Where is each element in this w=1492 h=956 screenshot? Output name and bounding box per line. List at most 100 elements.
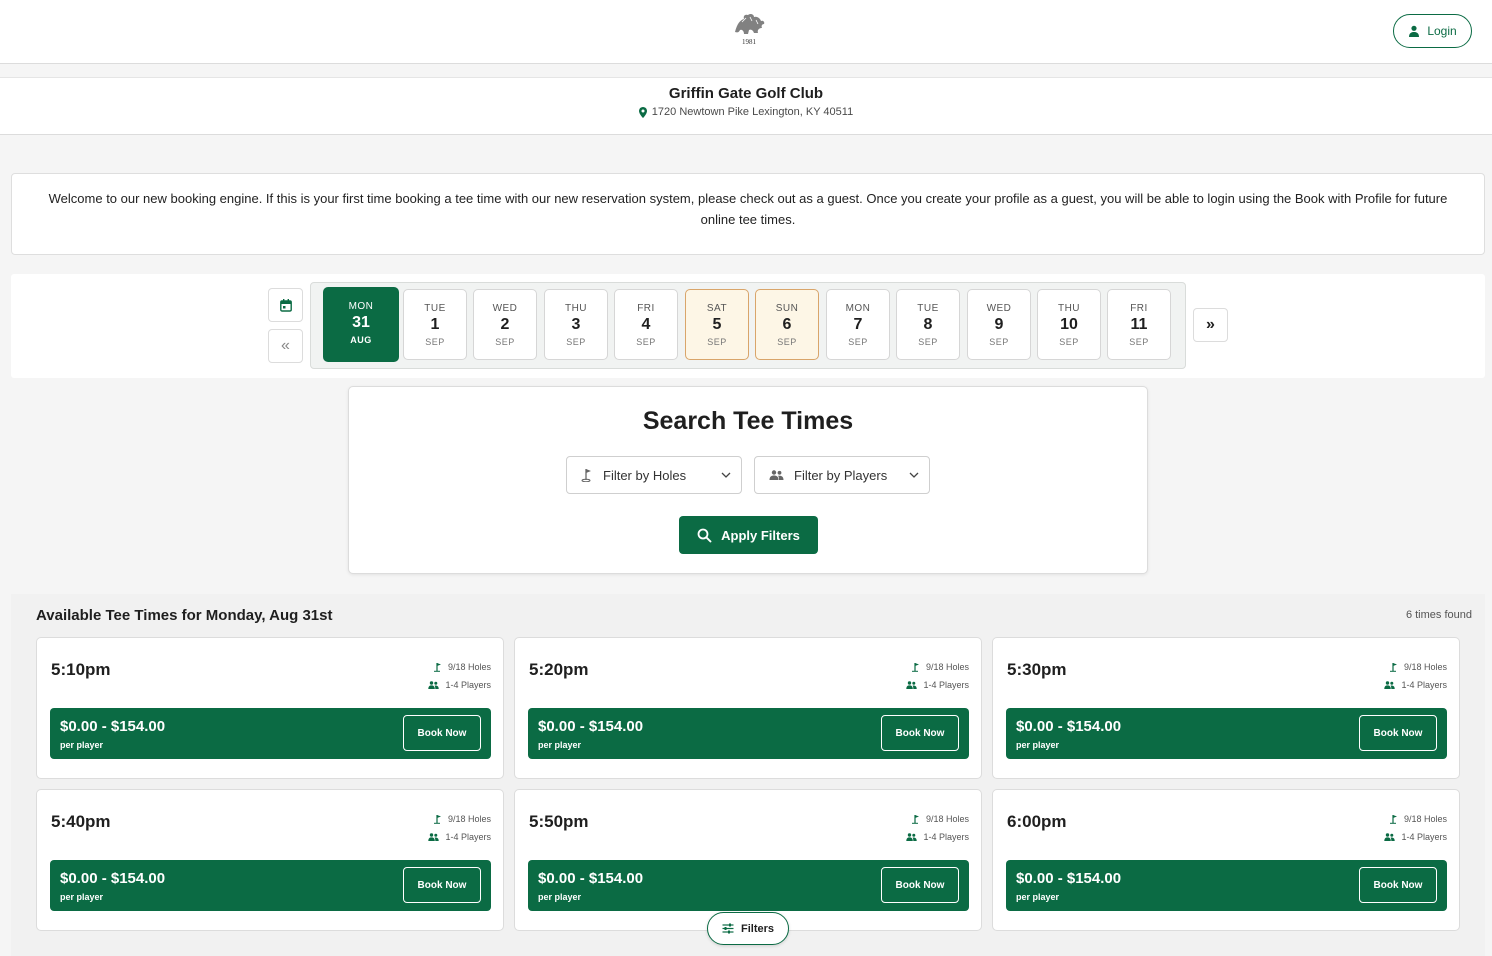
date-dow: THU	[564, 303, 588, 314]
price-bar: $0.00 - $154.00 per player Book Now	[50, 708, 491, 759]
players-text: 1-4 Players	[445, 832, 491, 842]
holes-text: 9/18 Holes	[1403, 662, 1447, 672]
book-now-button[interactable]: Book Now	[403, 867, 481, 903]
previous-dates-button[interactable]: «	[268, 329, 303, 363]
floating-filters-button[interactable]: Filters	[707, 912, 789, 945]
tee-time-card: 5:20pm 9/18 Holes 1-4 Players $0.00 - $1…	[514, 637, 982, 779]
chevron-down-icon	[721, 472, 731, 478]
holes-text: 9/18 Holes	[925, 662, 969, 672]
date-month: SEP	[1129, 337, 1149, 347]
apply-filters-button[interactable]: Apply Filters	[679, 516, 818, 554]
holes-info: 9/18 Holes	[1384, 810, 1447, 828]
date-card[interactable]: WED 9 SEP	[967, 289, 1031, 360]
date-card-weekend[interactable]: SUN 6 SEP	[755, 289, 819, 360]
book-now-button[interactable]: Book Now	[403, 715, 481, 751]
login-button[interactable]: Login	[1393, 14, 1472, 48]
search-panel: Search Tee Times Filter by Holes Filter …	[348, 386, 1148, 574]
double-chevron-left-icon: «	[281, 337, 290, 354]
location-pin-icon	[638, 106, 647, 118]
holes-info: 9/18 Holes	[428, 658, 491, 676]
date-month: SEP	[1059, 337, 1079, 347]
date-card[interactable]: FRI 11 SEP	[1107, 289, 1171, 360]
date-card[interactable]: FRI 4 SEP	[614, 289, 678, 360]
holes-text: 9/18 Holes	[925, 814, 969, 824]
players-info: 1-4 Players	[1384, 828, 1447, 846]
calendar-button[interactable]	[268, 288, 303, 322]
date-card[interactable]: MON 7 SEP	[826, 289, 890, 360]
date-month: SEP	[495, 337, 515, 347]
price-range: $0.00 - $154.00	[60, 718, 166, 735]
date-card[interactable]: TUE 8 SEP	[896, 289, 960, 360]
date-day: 9	[994, 316, 1004, 333]
book-now-button[interactable]: Book Now	[1359, 867, 1437, 903]
club-address: 1720 Newtown Pike Lexington, KY 40511	[0, 106, 1492, 118]
date-card[interactable]: WED 2 SEP	[473, 289, 537, 360]
holes-text: 9/18 Holes	[447, 662, 491, 672]
price-bar: $0.00 - $154.00 per player Book Now	[1006, 860, 1447, 911]
date-month: SEP	[848, 337, 868, 347]
date-month: SEP	[566, 337, 586, 347]
club-address-text: 1720 Newtown Pike Lexington, KY 40511	[651, 106, 854, 118]
book-now-button[interactable]: Book Now	[881, 715, 959, 751]
club-logo[interactable]: 1981	[731, 12, 767, 50]
group-icon	[906, 681, 918, 689]
date-dow: FRI	[637, 303, 655, 314]
tee-time-card: 5:50pm 9/18 Holes 1-4 Players $0.00 - $1…	[514, 789, 982, 931]
date-day: 2	[500, 316, 510, 333]
date-day: 7	[853, 316, 863, 333]
players-info: 1-4 Players	[1384, 676, 1447, 694]
date-month: SEP	[989, 337, 1009, 347]
results-count: 6 times found	[1405, 609, 1472, 621]
date-card[interactable]: THU 3 SEP	[544, 289, 608, 360]
date-strip: MON 31 AUG TUE 1 SEP WED 2 SEP THU 3 SEP…	[310, 282, 1186, 369]
date-dow: SUN	[775, 303, 799, 314]
per-player-label: per player	[1016, 892, 1060, 902]
date-dow: MON	[845, 303, 871, 314]
per-player-label: per player	[60, 892, 104, 902]
price-range: $0.00 - $154.00	[538, 870, 644, 887]
double-chevron-right-icon: »	[1206, 316, 1215, 333]
results-title: Available Tee Times for Monday, Aug 31st	[36, 607, 333, 624]
holes-filter-select[interactable]: Filter by Holes	[566, 456, 742, 494]
date-month: SEP	[636, 337, 656, 347]
group-icon	[906, 833, 918, 841]
apply-filters-label: Apply Filters	[721, 527, 800, 543]
group-icon	[1384, 833, 1396, 841]
price-bar: $0.00 - $154.00 per player Book Now	[1006, 708, 1447, 759]
date-card[interactable]: TUE 1 SEP	[403, 289, 467, 360]
players-text: 1-4 Players	[923, 832, 969, 842]
per-player-label: per player	[60, 740, 104, 750]
golf-flag-icon	[433, 663, 441, 672]
tee-time-card: 6:00pm 9/18 Holes 1-4 Players $0.00 - $1…	[992, 789, 1460, 931]
date-dow: TUE	[424, 303, 446, 314]
players-filter-select[interactable]: Filter by Players	[754, 456, 930, 494]
date-day: 3	[571, 316, 581, 333]
tee-time: 5:10pm	[51, 660, 111, 679]
date-card-weekend[interactable]: SAT 5 SEP	[685, 289, 749, 360]
search-icon	[697, 528, 712, 542]
person-icon	[1409, 25, 1420, 37]
holes-text: 9/18 Holes	[1403, 814, 1447, 824]
login-label: Login	[1427, 24, 1457, 38]
date-card[interactable]: THU 10 SEP	[1037, 289, 1101, 360]
griffin-logo-icon	[735, 13, 765, 35]
book-now-button[interactable]: Book Now	[1359, 715, 1437, 751]
top-header: 1981 Login	[0, 0, 1492, 64]
players-info: 1-4 Players	[428, 676, 491, 694]
date-day: 31	[352, 314, 370, 331]
next-dates-button[interactable]: »	[1193, 308, 1228, 342]
group-icon	[428, 833, 440, 841]
calendar-icon	[279, 298, 292, 312]
per-player-label: per player	[538, 740, 582, 750]
date-dow: WED	[986, 303, 1012, 314]
golf-flag-icon	[911, 663, 919, 672]
date-day: 4	[641, 316, 651, 333]
group-icon	[428, 681, 440, 689]
holes-info: 9/18 Holes	[906, 810, 969, 828]
holes-filter-label: Filter by Holes	[603, 467, 687, 483]
players-info: 1-4 Players	[906, 828, 969, 846]
book-now-button[interactable]: Book Now	[881, 867, 959, 903]
golf-flag-icon	[433, 815, 441, 824]
date-card-selected[interactable]: MON 31 AUG	[323, 287, 399, 362]
golf-flag-icon	[911, 815, 919, 824]
